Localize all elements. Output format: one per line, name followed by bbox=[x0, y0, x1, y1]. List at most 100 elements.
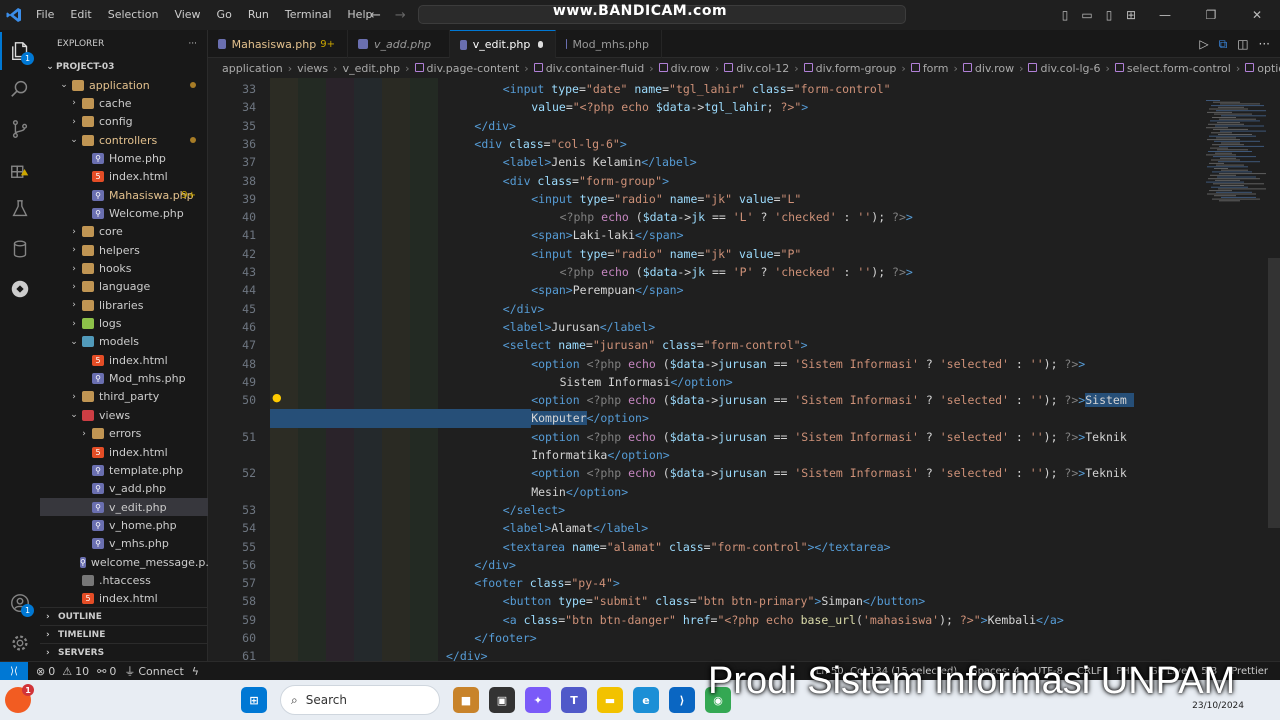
search-icon[interactable] bbox=[0, 70, 40, 108]
code-line[interactable]: <span>Perempuan</span> bbox=[531, 281, 683, 299]
breadcrumb-item[interactable]: div.row bbox=[658, 62, 710, 75]
code-line[interactable]: <div class="form-group"> bbox=[503, 172, 669, 190]
code-line[interactable]: <input type="date" name="tgl_lahir" clas… bbox=[503, 80, 891, 98]
extensions-warning-icon[interactable] bbox=[0, 150, 40, 188]
teams-icon[interactable]: T bbox=[561, 687, 587, 713]
tree-item[interactable]: 5 index.html bbox=[40, 351, 208, 369]
source-control-icon[interactable] bbox=[0, 110, 40, 148]
ports-indicator[interactable]: ⚯ 0 bbox=[97, 665, 116, 678]
code-line[interactable]: <select name="jurusan" class="form-contr… bbox=[503, 336, 808, 354]
accounts-icon[interactable]: 1 bbox=[0, 584, 40, 622]
remote-indicator-icon[interactable]: ⟩⟨ bbox=[0, 661, 28, 681]
menu-selection[interactable]: Selection bbox=[100, 0, 167, 30]
code-line[interactable]: <option <?php echo ($data->jurusan == 'S… bbox=[531, 428, 1127, 446]
lightbulb-icon[interactable]: ● bbox=[272, 391, 282, 404]
minimap[interactable] bbox=[1196, 78, 1266, 661]
settings-gear-icon[interactable] bbox=[0, 624, 40, 662]
code-line[interactable]: <button type="submit" class="btn btn-pri… bbox=[503, 592, 925, 610]
breadcrumb-item[interactable]: div.row bbox=[962, 62, 1014, 75]
menu-terminal[interactable]: Terminal bbox=[277, 0, 340, 30]
code-line[interactable]: <footer class="py-4"> bbox=[474, 574, 619, 592]
code-line[interactable]: </div> bbox=[446, 647, 488, 661]
tree-item[interactable]: .htaccess bbox=[40, 571, 208, 589]
tree-item[interactable]: 5 index.html bbox=[40, 443, 208, 461]
code-line[interactable]: <option <?php echo ($data->jurusan == 'S… bbox=[531, 464, 1127, 482]
outline-section[interactable]: › OUTLINE bbox=[40, 607, 208, 625]
menu-view[interactable]: View bbox=[166, 0, 208, 30]
tree-item[interactable]: ⚲ v_mhs.php bbox=[40, 535, 208, 553]
testing-icon[interactable] bbox=[0, 190, 40, 228]
code-line[interactable]: value="<?php echo $data->tgl_lahir; ?>"> bbox=[531, 98, 808, 116]
editor-tab[interactable]: v_add.php bbox=[348, 30, 450, 58]
vscode-taskbar-icon[interactable]: ⟩ bbox=[669, 687, 695, 713]
database-icon[interactable] bbox=[0, 230, 40, 268]
breadcrumb-item[interactable]: v_edit.php bbox=[343, 62, 401, 75]
close-icon[interactable]: ✕ bbox=[1234, 8, 1280, 22]
code-line[interactable]: <?php echo ($data->jk == 'P' ? 'checked'… bbox=[560, 263, 913, 281]
servers-section[interactable]: › SERVERS bbox=[40, 643, 208, 661]
command-center-search[interactable] bbox=[418, 5, 906, 24]
toggle-sidebar-icon[interactable]: ▯ bbox=[1054, 8, 1076, 22]
code-line[interactable]: </div> bbox=[503, 300, 545, 318]
status-item[interactable]: Prettier bbox=[1231, 666, 1268, 677]
editor-tab[interactable]: v_edit.php bbox=[450, 30, 556, 58]
file-explorer-icon[interactable]: ▬ bbox=[597, 687, 623, 713]
back-arrow-icon[interactable]: ← bbox=[370, 8, 381, 23]
windows-start-icon[interactable]: ⊞ bbox=[241, 687, 267, 713]
toggle-panel-icon[interactable]: ▭ bbox=[1076, 8, 1098, 22]
menu-edit[interactable]: Edit bbox=[62, 0, 99, 30]
tree-item[interactable]: 5 index.html bbox=[40, 168, 208, 186]
code-line[interactable]: </div> bbox=[474, 117, 516, 135]
connect-button[interactable]: ⏚ Connect bbox=[124, 663, 183, 679]
menu-file[interactable]: File bbox=[28, 0, 62, 30]
code-line[interactable]: <label>Jenis Kelamin</label> bbox=[503, 153, 697, 171]
lightning-icon[interactable]: ϟ bbox=[192, 665, 199, 678]
tree-item[interactable]: ⚲ Home.php bbox=[40, 149, 208, 167]
split-editor-icon[interactable]: ◫ bbox=[1237, 37, 1248, 51]
code-line[interactable]: <option <?php echo ($data->jurusan == 'S… bbox=[531, 355, 1085, 373]
breadcrumb-item[interactable]: div.form-group bbox=[803, 62, 896, 75]
timeline-section[interactable]: › TIMELINE bbox=[40, 625, 208, 643]
tree-item[interactable]: › helpers bbox=[40, 241, 208, 259]
breadcrumb-item[interactable]: div.col-lg-6 bbox=[1028, 62, 1101, 75]
tree-item[interactable]: › core bbox=[40, 223, 208, 241]
code-line[interactable]: <label>Alamat</label> bbox=[503, 519, 648, 537]
restore-icon[interactable]: ❐ bbox=[1188, 8, 1234, 22]
tree-item[interactable]: › config bbox=[40, 113, 208, 131]
breadcrumb-item[interactable]: select.form-control bbox=[1114, 62, 1231, 75]
problems-indicator[interactable]: ⊗ 0 ⚠ 10 bbox=[36, 665, 89, 678]
code-line[interactable]: <input type="radio" name="jk" value="P" bbox=[531, 245, 801, 263]
toggle-secondary-sidebar-icon[interactable]: ▯ bbox=[1098, 8, 1120, 22]
tree-item[interactable]: ⌄ controllers bbox=[40, 131, 208, 149]
tree-item[interactable]: ⚲ Mod_mhs.php bbox=[40, 370, 208, 388]
run-icon[interactable]: ▷ bbox=[1199, 37, 1208, 51]
code-line[interactable]: Informatika</option> bbox=[531, 446, 669, 464]
vertical-scrollbar[interactable] bbox=[1268, 258, 1280, 528]
breadcrumb-item[interactable]: option bbox=[1245, 62, 1280, 75]
tree-item[interactable]: ⚲ v_add.php bbox=[40, 480, 208, 498]
code-line[interactable]: <div class="col-lg-6"> bbox=[474, 135, 626, 153]
code-line[interactable]: <?php echo ($data->jk == 'L' ? 'checked'… bbox=[560, 208, 913, 226]
tree-item[interactable]: ⚲ template.php bbox=[40, 461, 208, 479]
editor-tab[interactable]: Mahasiswa.php 9+ bbox=[208, 30, 348, 58]
code-line[interactable]: Komputer</option> bbox=[531, 409, 649, 427]
customize-layout-icon[interactable]: ⊞ bbox=[1120, 8, 1142, 22]
tree-item[interactable]: ⚲ Welcome.php bbox=[40, 204, 208, 222]
breadcrumb-item[interactable]: application bbox=[222, 62, 283, 75]
explorer-more-icon[interactable]: ··· bbox=[188, 39, 197, 49]
code-line[interactable]: Mesin</option> bbox=[531, 483, 628, 501]
copilot-icon[interactable]: ✦ bbox=[525, 687, 551, 713]
tree-item[interactable]: ⚲ v_home.php bbox=[40, 516, 208, 534]
code-line[interactable]: <label>Jurusan</label> bbox=[503, 318, 655, 336]
code-line[interactable]: <option <?php echo ($data->jurusan == 'S… bbox=[531, 391, 1134, 409]
tree-item[interactable]: ⌄ application bbox=[40, 76, 208, 94]
edge-icon[interactable]: e bbox=[633, 687, 659, 713]
tree-item[interactable]: › errors bbox=[40, 425, 208, 443]
code-line[interactable]: <span>Laki-laki</span> bbox=[531, 226, 683, 244]
tree-item[interactable]: › cache bbox=[40, 94, 208, 112]
code-line[interactable]: </select> bbox=[503, 501, 565, 519]
tree-item[interactable]: › language bbox=[40, 278, 208, 296]
task-view-icon[interactable]: ▣ bbox=[489, 687, 515, 713]
tree-item[interactable]: › logs bbox=[40, 315, 208, 333]
taskbar-search[interactable]: ⌕ Search bbox=[280, 685, 440, 715]
